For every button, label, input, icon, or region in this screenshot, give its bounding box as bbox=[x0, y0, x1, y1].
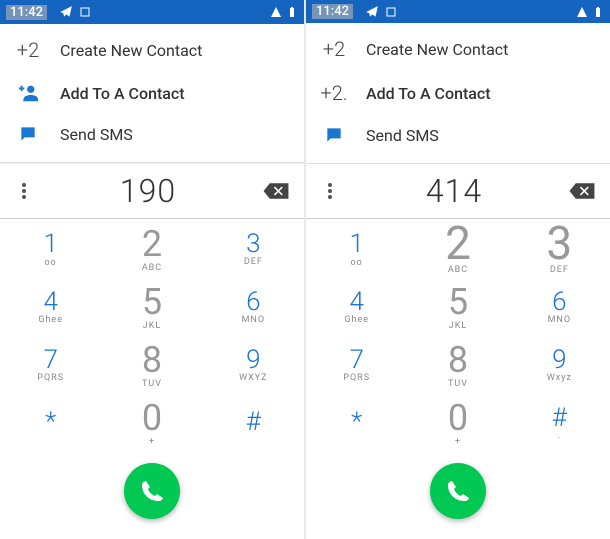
key-0[interactable]: 0+ bbox=[407, 393, 508, 451]
battery-icon bbox=[286, 6, 298, 18]
call-row bbox=[0, 451, 304, 539]
number-row: 414 bbox=[306, 164, 610, 219]
overflow-menu-icon[interactable] bbox=[318, 183, 342, 199]
phone-icon bbox=[140, 479, 164, 503]
contact-actions: +2 Create New Contact +2. Add To A Conta… bbox=[306, 23, 610, 164]
key-hash[interactable]: #. bbox=[509, 393, 610, 451]
key-3[interactable]: 3DEF bbox=[509, 219, 610, 277]
create-contact-row[interactable]: +2 Create New Contact bbox=[0, 28, 304, 72]
sms-label: Send SMS bbox=[366, 126, 439, 145]
key-0[interactable]: 0+ bbox=[101, 393, 202, 451]
add-contact-label: Add To A Contact bbox=[366, 84, 491, 103]
create-contact-row[interactable]: +2 Create New Contact bbox=[306, 27, 610, 71]
key-7[interactable]: 7PQRS bbox=[306, 335, 407, 393]
sms-icon bbox=[16, 124, 40, 144]
key-3[interactable]: 3DEF bbox=[203, 219, 304, 277]
key-2[interactable]: 2ABC bbox=[101, 219, 202, 277]
phone-right: 11:42 +2 Create New Contact +2. Add To A… bbox=[306, 0, 610, 539]
key-6[interactable]: 6MNO bbox=[203, 277, 304, 335]
contact-actions: +2 Create New Contact Add To A Contact S… bbox=[0, 24, 304, 163]
backspace-button[interactable] bbox=[566, 179, 598, 203]
call-row bbox=[306, 451, 610, 539]
key-star[interactable]: * bbox=[306, 393, 407, 451]
key-5[interactable]: 5JKL bbox=[407, 277, 508, 335]
key-5[interactable]: 5JKL bbox=[101, 277, 202, 335]
call-button[interactable] bbox=[430, 463, 486, 519]
key-star[interactable]: * bbox=[0, 393, 101, 451]
add-prefix: +2. bbox=[322, 81, 346, 105]
key-2[interactable]: 2ABC bbox=[407, 219, 508, 277]
status-bar: 11:42 bbox=[0, 0, 304, 24]
create-contact-label: Create New Contact bbox=[60, 41, 202, 60]
phone-icon bbox=[446, 479, 470, 503]
person-add-icon bbox=[16, 82, 40, 104]
key-4[interactable]: 4Ghee bbox=[0, 277, 101, 335]
key-7[interactable]: 7PQRS bbox=[0, 335, 101, 393]
keypad: 1ᴏᴏ 2ABC 3DEF 4Ghee 5JKL 6MNO 7PQRS 8TUV… bbox=[306, 219, 610, 451]
phone-left: 11:42 +2 Create New Contact Add To A Con… bbox=[0, 0, 304, 539]
send-sms-row[interactable]: Send SMS bbox=[0, 114, 304, 154]
key-1[interactable]: 1ᴏᴏ bbox=[0, 219, 101, 277]
add-contact-row[interactable]: Add To A Contact bbox=[0, 72, 304, 114]
telegram-icon bbox=[59, 5, 73, 19]
key-1[interactable]: 1ᴏᴏ bbox=[306, 219, 407, 277]
key-hash[interactable]: # bbox=[203, 393, 304, 451]
overflow-menu-icon[interactable] bbox=[12, 183, 36, 199]
key-9[interactable]: 9WXYZ bbox=[203, 335, 304, 393]
number-row: 190 bbox=[0, 164, 304, 219]
sms-icon bbox=[322, 125, 346, 145]
send-sms-row[interactable]: Send SMS bbox=[306, 115, 610, 155]
square-icon bbox=[385, 6, 397, 18]
key-4[interactable]: 4Ghee bbox=[306, 277, 407, 335]
add-contact-label: Add To A Contact bbox=[60, 84, 185, 103]
call-button[interactable] bbox=[124, 463, 180, 519]
create-prefix: +2 bbox=[322, 37, 346, 61]
battery-icon bbox=[592, 6, 604, 18]
dialed-number: 190 bbox=[36, 172, 260, 210]
status-bar: 11:42 bbox=[306, 0, 610, 23]
key-8[interactable]: 8TUV bbox=[407, 335, 508, 393]
signal-icon bbox=[270, 6, 282, 18]
dialed-number: 414 bbox=[342, 172, 566, 210]
add-contact-row[interactable]: +2. Add To A Contact bbox=[306, 71, 610, 115]
keypad: 1ᴏᴏ 2ABC 3DEF 4Ghee 5JKL 6MNO 7PQRS 8TUV… bbox=[0, 219, 304, 451]
key-8[interactable]: 8TUV bbox=[101, 335, 202, 393]
status-time: 11:42 bbox=[312, 4, 353, 19]
telegram-icon bbox=[365, 5, 379, 19]
key-9[interactable]: 9Wxyz bbox=[509, 335, 610, 393]
status-time: 11:42 bbox=[6, 5, 47, 20]
signal-icon bbox=[576, 6, 588, 18]
backspace-button[interactable] bbox=[260, 179, 292, 203]
create-contact-label: Create New Contact bbox=[366, 40, 508, 59]
key-6[interactable]: 6MNO bbox=[509, 277, 610, 335]
sms-label: Send SMS bbox=[60, 125, 133, 144]
square-icon bbox=[79, 6, 91, 18]
create-prefix: +2 bbox=[16, 38, 40, 62]
